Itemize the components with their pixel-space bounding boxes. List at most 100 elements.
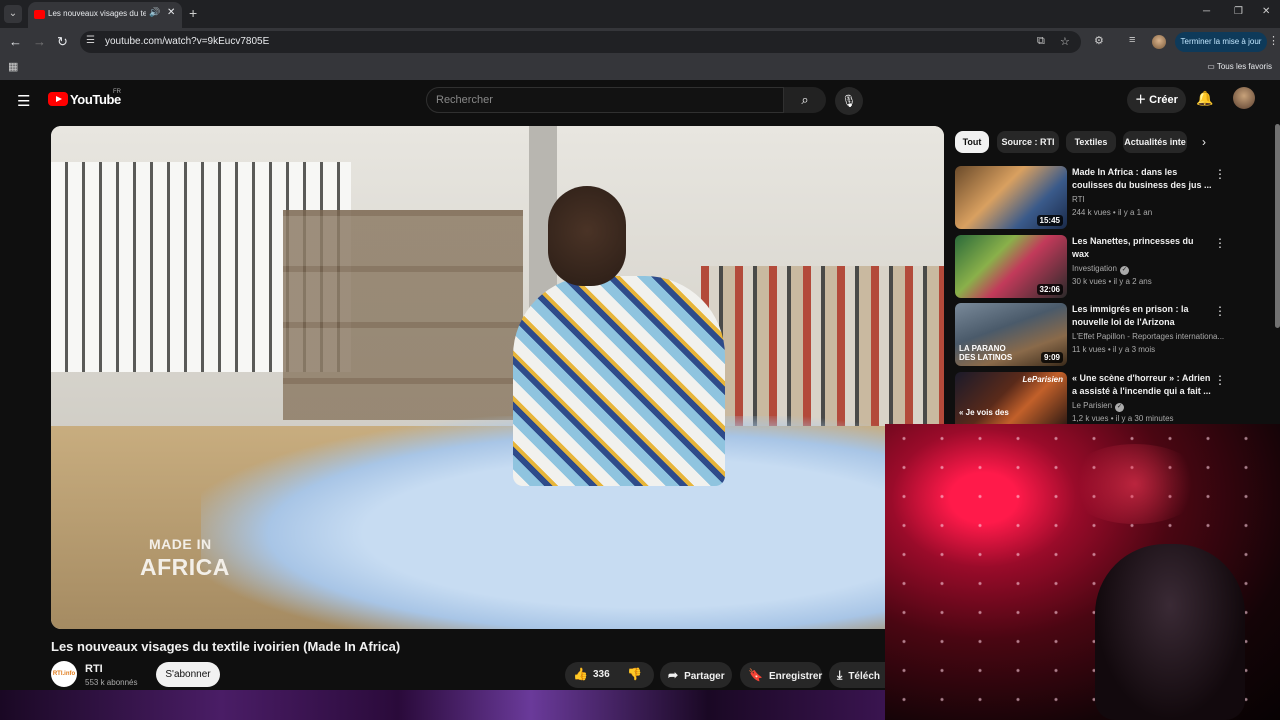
- window-close-icon[interactable]: ✕: [1262, 6, 1270, 17]
- create-button[interactable]: ＋ Créer: [1127, 87, 1186, 113]
- url-text[interactable]: youtube.com/watch?v=9kEucv7805E: [105, 36, 269, 47]
- search-input[interactable]: Rechercher: [426, 87, 784, 113]
- recommendation-channel[interactable]: Investigation ✓: [1072, 264, 1232, 275]
- plus-icon: ＋: [1135, 94, 1150, 106]
- back-icon[interactable]: ←: [9, 34, 22, 49]
- background-strip: [0, 690, 885, 720]
- view-count: 11 k vues: [1072, 345, 1106, 354]
- recommendation-meta: 11 k vues • il y a 3 mois: [1072, 345, 1156, 354]
- tab-title: Les nouveaux visages du textile ivoirien…: [48, 9, 146, 18]
- search-button[interactable]: ⌕: [784, 87, 826, 113]
- download-icon: ⤓: [837, 668, 843, 682]
- folder-icon: ▭: [1207, 62, 1217, 71]
- update-button[interactable]: Terminer la mise à jour: [1175, 32, 1267, 52]
- youtube-logo-icon[interactable]: [48, 92, 68, 106]
- like-count[interactable]: 336: [593, 669, 610, 680]
- more-actions-icon[interactable]: ⋮: [1214, 236, 1226, 250]
- notifications-bell-icon[interactable]: 🔔: [1196, 90, 1213, 107]
- restore-icon[interactable]: ❐: [1234, 6, 1243, 17]
- recommendation-title[interactable]: « Une scène d'horreur » : Adrien a assis…: [1072, 372, 1212, 398]
- chip-textiles[interactable]: Textiles: [1066, 131, 1116, 153]
- country-code: FR: [113, 89, 121, 95]
- youtube-masthead: ☰ YouTube FR Rechercher ⌕ 🎙 ＋ Créer 🔔: [0, 80, 1280, 124]
- recommendation-item[interactable]: 15:45 Made In Africa : dans les coulisse…: [955, 166, 1235, 231]
- all-bookmarks-button[interactable]: ▭ Tous les favoris: [1207, 62, 1272, 71]
- save-button[interactable]: 🔖 Enregistrer: [740, 662, 822, 688]
- guide-menu-icon[interactable]: ☰: [17, 92, 30, 110]
- address-bar[interactable]: ☰ youtube.com/watch?v=9kEucv7805E ⧉ ☆: [80, 31, 1081, 53]
- dislike-thumb-icon[interactable]: 👎: [627, 667, 642, 681]
- recommendation-title[interactable]: Les immigrés en prison : la nouvelle loi…: [1072, 303, 1212, 329]
- recommendation-thumbnail[interactable]: LA PARANO DES LATINOS 9:09: [955, 303, 1067, 366]
- install-app-icon[interactable]: ⧉: [1037, 35, 1045, 48]
- upload-age: il y a 3 mois: [1112, 345, 1156, 354]
- recommendation-thumbnail[interactable]: 15:45: [955, 166, 1067, 229]
- minimize-icon[interactable]: ─: [1203, 6, 1210, 17]
- recommendation-item[interactable]: LA PARANO DES LATINOS 9:09 Les immigrés …: [955, 303, 1235, 368]
- reload-icon[interactable]: ↻: [57, 34, 68, 50]
- channel-avatar[interactable]: RTI.info: [51, 661, 77, 687]
- recommendation-thumbnail[interactable]: 32:06: [955, 235, 1067, 298]
- recommendation-title[interactable]: Les Nanettes, princesses du wax: [1072, 235, 1212, 261]
- verified-check-icon: ✓: [1119, 266, 1129, 275]
- chip-news[interactable]: Actualités inte: [1123, 131, 1187, 153]
- forward-icon[interactable]: →: [33, 34, 46, 49]
- webcam-red-glow: [1065, 444, 1205, 524]
- extensions-icon[interactable]: ⚙: [1094, 34, 1104, 47]
- youtube-account-avatar[interactable]: [1233, 87, 1255, 109]
- recommendation-meta: 244 k vues • il y a 1 an: [1072, 208, 1153, 217]
- site-info-icon[interactable]: ☰: [86, 35, 95, 46]
- search-placeholder: Rechercher: [436, 94, 493, 106]
- channel-name: Investigation: [1072, 264, 1117, 273]
- download-button[interactable]: ⤓ Téléch: [829, 662, 885, 688]
- chip-source-rti[interactable]: Source : RTI: [997, 131, 1059, 153]
- view-count: 244 k vues: [1072, 208, 1111, 217]
- like-thumb-icon[interactable]: 👍: [573, 667, 588, 681]
- browser-toolbar: ← → ↻ ☰ youtube.com/watch?v=9kEucv7805E …: [0, 28, 1280, 56]
- recommendation-channel[interactable]: RTI: [1072, 195, 1232, 204]
- bookmark-star-icon[interactable]: ☆: [1060, 35, 1070, 48]
- video-player[interactable]: MADE IN AFRICA: [51, 126, 944, 629]
- browser-menu-icon[interactable]: ⋮: [1268, 34, 1279, 47]
- save-label: Enregistrer: [768, 671, 823, 682]
- thumbnail-brand: LeParisien: [1022, 375, 1063, 384]
- upload-age: il y a 2 ans: [1113, 277, 1152, 286]
- profile-avatar[interactable]: [1152, 35, 1166, 49]
- search-icon: ⌕: [801, 92, 809, 107]
- recommendation-channel[interactable]: L'Effet Papillon - Reportages internatio…: [1072, 332, 1232, 341]
- verified-check-icon: ✓: [1115, 403, 1125, 412]
- recommendation-thumbnail[interactable]: LeParisien « Je vois des: [955, 372, 1067, 424]
- browser-tabstrip: ⌄ Les nouveaux visages du textile ivoiri…: [0, 0, 1280, 28]
- recommendation-item[interactable]: LeParisien « Je vois des « Une scène d'h…: [955, 372, 1235, 424]
- new-tab-icon[interactable]: +: [189, 5, 197, 21]
- channel-name[interactable]: RTI: [85, 663, 103, 675]
- webcam-person: [1095, 544, 1245, 720]
- voice-search-button[interactable]: 🎙: [835, 87, 863, 115]
- save-bookmark-icon: 🔖: [748, 668, 763, 682]
- browser-tab-active[interactable]: Les nouveaux visages du textile ivoirien…: [28, 2, 182, 28]
- apps-grid-icon[interactable]: ▦: [8, 60, 18, 73]
- duration-badge: 9:09: [1040, 352, 1063, 363]
- tab-search-icon[interactable]: ⌄: [4, 5, 22, 23]
- view-count: 30 k vues: [1072, 277, 1107, 286]
- chip-all[interactable]: Tout: [955, 131, 989, 153]
- page-scrollbar[interactable]: [1275, 124, 1280, 328]
- more-actions-icon[interactable]: ⋮: [1214, 304, 1226, 318]
- recommendation-title[interactable]: Made In Africa : dans les coulisses du b…: [1072, 166, 1212, 192]
- reading-list-icon[interactable]: ≡: [1129, 34, 1135, 46]
- more-actions-icon[interactable]: ⋮: [1214, 167, 1226, 181]
- download-label: Téléch: [848, 671, 880, 682]
- share-icon: ➦: [668, 668, 679, 682]
- channel-name: Le Parisien: [1072, 401, 1113, 410]
- chevron-right-icon[interactable]: ›: [1202, 135, 1206, 149]
- recommendation-item[interactable]: 32:06 Les Nanettes, princesses du wax In…: [955, 235, 1235, 300]
- filter-chips: Tout Source : RTI Textiles Actualités in…: [955, 131, 1225, 153]
- audio-playing-icon[interactable]: 🔊: [149, 7, 160, 18]
- tab-close-icon[interactable]: ✕: [167, 7, 175, 18]
- more-actions-icon[interactable]: ⋮: [1214, 373, 1226, 387]
- recommendation-channel[interactable]: Le Parisien ✓: [1072, 401, 1232, 412]
- share-button[interactable]: ➦ Partager: [660, 662, 732, 688]
- subscribe-button[interactable]: S'abonner: [156, 662, 220, 687]
- duration-badge: 32:06: [1036, 284, 1063, 295]
- recommendation-meta: 30 k vues • il y a 2 ans: [1072, 277, 1152, 286]
